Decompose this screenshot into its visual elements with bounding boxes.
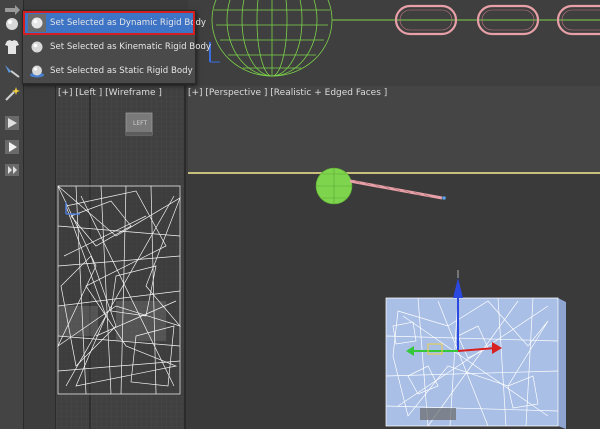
simulate-play-icon[interactable] [2,137,22,157]
view-cube-left-label[interactable]: LEFT [133,120,147,127]
menu-item-label: Set Selected as Dynamic Rigid Body [50,18,207,28]
left-viewport[interactable]: [+] [Left ] [Wireframe ] LEFT [56,86,186,429]
menu-item-label: Set Selected as Static Rigid Body [50,66,193,76]
menu-item-kinematic-rigid-body[interactable]: Set Selected as Kinematic Rigid Body [25,37,211,57]
top-viewport[interactable] [188,0,600,86]
perspective-viewport[interactable]: [+] [Perspective ] [Realistic + Edged Fa… [188,86,600,429]
menu-item-static-rigid-body[interactable]: Set Selected as Static Rigid Body [25,61,193,81]
constraint-tool-icon[interactable] [2,60,22,80]
left-toolbar [0,0,24,429]
cloth-shirt-icon[interactable] [2,37,22,57]
static-rigid-body-icon [28,62,46,80]
bake-icon[interactable] [2,160,22,180]
perspective-viewport-label[interactable]: [+] [Perspective ] [Realistic + Edged Fa… [188,88,387,98]
menu-item-dynamic-rigid-body[interactable]: Set Selected as Dynamic Rigid Body [23,11,206,35]
kinematic-rigid-body-icon [28,38,46,56]
viewport-side-strip [24,86,56,429]
menu-item-label: Set Selected as Kinematic Rigid Body [50,42,211,52]
dynamic-rigid-body-icon [28,14,46,32]
rigid-body-flyout-menu: Set Selected as Dynamic Rigid Body Set S… [22,10,211,84]
sparkle-tool-icon[interactable] [2,84,22,104]
rigid-body-sphere-icon[interactable] [2,14,22,34]
left-viewport-label[interactable]: [+] [Left ] [Wireframe ] [58,88,162,98]
mcloth-play-icon[interactable] [2,113,22,133]
